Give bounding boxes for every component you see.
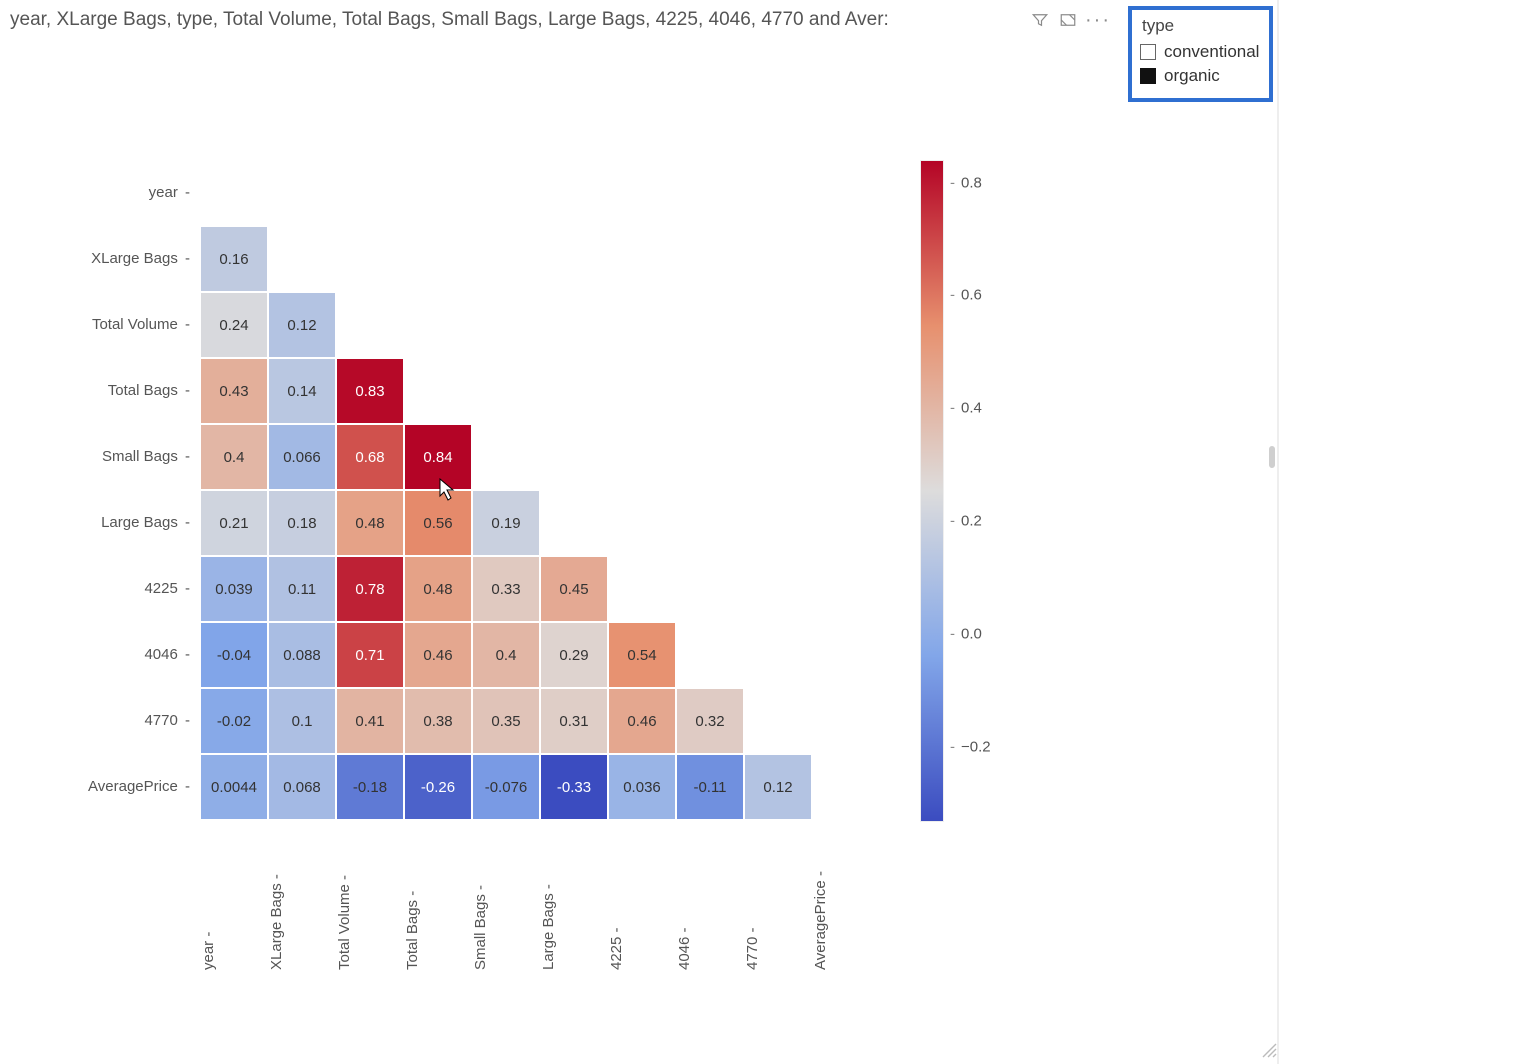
heatmap-cell: 0.21 — [200, 490, 268, 556]
heatmap-cell: 0.46 — [404, 622, 472, 688]
heatmap-plot-area: 0.160.240.120.430.140.830.40.0660.680.84… — [200, 160, 880, 820]
y-axis-label: Small Bags - — [40, 448, 190, 465]
heatmap-cell: 0.12 — [268, 292, 336, 358]
colorbar-tick: 0.6 — [950, 287, 982, 304]
correlation-heatmap: 0.160.240.120.430.140.830.40.0660.680.84… — [40, 140, 1100, 960]
y-axis-label: year - — [40, 184, 190, 201]
resize-handle-icon[interactable] — [1259, 1040, 1277, 1058]
heatmap-cell: 0.16 — [200, 226, 268, 292]
y-axis-label: 4225 - — [40, 580, 190, 597]
x-axis-label: Large Bags - — [540, 830, 608, 970]
heatmap-cell: 0.31 — [540, 688, 608, 754]
type-slicer[interactable]: type conventional organic — [1128, 6, 1273, 102]
pane-divider[interactable] — [1277, 0, 1279, 1064]
heatmap-cell: 0.48 — [336, 490, 404, 556]
slicer-item[interactable]: conventional — [1140, 40, 1261, 64]
heatmap-cell: 0.0044 — [200, 754, 268, 820]
x-axis-label: 4046 - — [676, 830, 744, 970]
heatmap-cell: 0.039 — [200, 556, 268, 622]
heatmap-cell: 0.4 — [200, 424, 268, 490]
heatmap-cell: 0.46 — [608, 688, 676, 754]
heatmap-cell: 0.35 — [472, 688, 540, 754]
heatmap-cell: -0.02 — [200, 688, 268, 754]
visual-header: year, XLarge Bags, type, Total Volume, T… — [10, 6, 1111, 34]
heatmap-cell: 0.18 — [268, 490, 336, 556]
heatmap-cell: -0.33 — [540, 754, 608, 820]
heatmap-cell: 0.83 — [336, 358, 404, 424]
heatmap-cell: -0.076 — [472, 754, 540, 820]
heatmap-cell: 0.56 — [404, 490, 472, 556]
heatmap-cell: -0.18 — [336, 754, 404, 820]
checkbox-checked-icon[interactable] — [1140, 68, 1156, 84]
heatmap-cell: 0.24 — [200, 292, 268, 358]
heatmap-cell: 0.84 — [404, 424, 472, 490]
x-axis-label: 4770 - — [744, 830, 812, 970]
heatmap-cell: 0.068 — [268, 754, 336, 820]
y-axis-label: Total Bags - — [40, 382, 190, 399]
slicer-item[interactable]: organic — [1140, 64, 1261, 88]
x-axis-label: Total Bags - — [404, 830, 472, 970]
heatmap-cell: 0.088 — [268, 622, 336, 688]
heatmap-cell: -0.11 — [676, 754, 744, 820]
y-axis-label: Large Bags - — [40, 514, 190, 531]
x-axis-label: Small Bags - — [472, 830, 540, 970]
heatmap-cell: 0.78 — [336, 556, 404, 622]
heatmap-cell: 0.68 — [336, 424, 404, 490]
y-axis-label: XLarge Bags - — [40, 250, 190, 267]
heatmap-cell: 0.38 — [404, 688, 472, 754]
colorbar — [920, 160, 944, 822]
x-axis-label: Total Volume - — [336, 830, 404, 970]
colorbar-tick: 0.8 — [950, 174, 982, 191]
colorbar-tick: 0.2 — [950, 513, 982, 530]
heatmap-cell: 0.29 — [540, 622, 608, 688]
heatmap-cell: 0.4 — [472, 622, 540, 688]
x-axis-label: XLarge Bags - — [268, 830, 336, 970]
colorbar-tick: −0.2 — [950, 738, 991, 755]
heatmap-cell: 0.43 — [200, 358, 268, 424]
heatmap-cell: 0.45 — [540, 556, 608, 622]
more-options-icon[interactable]: ··· — [1085, 9, 1111, 31]
scrollbar-thumb[interactable] — [1269, 446, 1275, 468]
slicer-item-label: organic — [1164, 66, 1220, 86]
heatmap-cell: 0.48 — [404, 556, 472, 622]
slicer-title: type — [1142, 16, 1261, 36]
colorbar-tick: 0.4 — [950, 400, 982, 417]
checkbox-empty-icon[interactable] — [1140, 44, 1156, 60]
x-axis-label: AveragePrice - — [812, 830, 880, 970]
heatmap-cell: 0.12 — [744, 754, 812, 820]
heatmap-cell: 0.32 — [676, 688, 744, 754]
y-axis-label: Total Volume - — [40, 316, 190, 333]
heatmap-cell: 0.41 — [336, 688, 404, 754]
filter-icon[interactable] — [1029, 9, 1051, 31]
heatmap-cell: -0.04 — [200, 622, 268, 688]
heatmap-cell: 0.71 — [336, 622, 404, 688]
heatmap-cell: -0.26 — [404, 754, 472, 820]
focus-mode-icon[interactable] — [1057, 9, 1079, 31]
visual-title: year, XLarge Bags, type, Total Volume, T… — [10, 9, 1023, 31]
heatmap-cell: 0.19 — [472, 490, 540, 556]
heatmap-cell: 0.54 — [608, 622, 676, 688]
y-axis-label: AveragePrice - — [40, 778, 190, 795]
y-axis-label: 4770 - — [40, 712, 190, 729]
heatmap-cell: 0.14 — [268, 358, 336, 424]
heatmap-cell: 0.11 — [268, 556, 336, 622]
heatmap-cell: 0.33 — [472, 556, 540, 622]
colorbar-tick: 0.0 — [950, 625, 982, 642]
heatmap-cell: 0.066 — [268, 424, 336, 490]
heatmap-cell: 0.036 — [608, 754, 676, 820]
x-axis-label: 4225 - — [608, 830, 676, 970]
heatmap-cell: 0.1 — [268, 688, 336, 754]
slicer-item-label: conventional — [1164, 42, 1259, 62]
y-axis-label: 4046 - — [40, 646, 190, 663]
x-axis-label: year - — [200, 830, 268, 970]
